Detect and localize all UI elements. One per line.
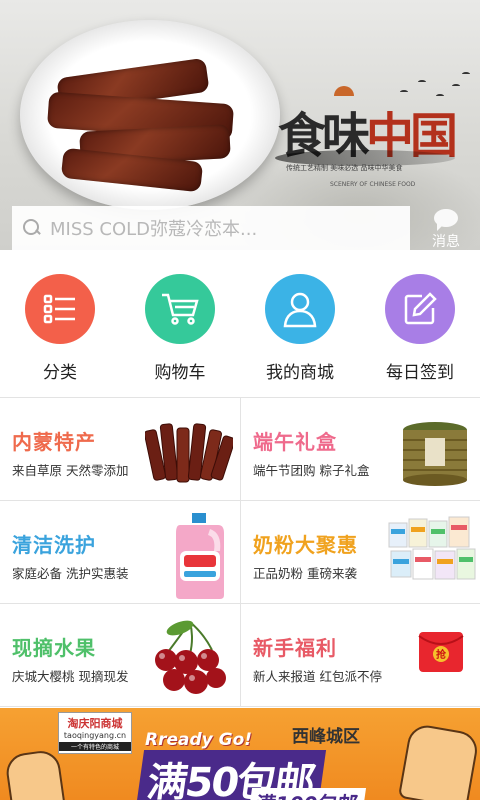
fist-illustration [397, 722, 480, 800]
tile-subtitle: 端午节团购 粽子礼盒 [253, 463, 370, 478]
tile-title: 现摘水果 [12, 636, 96, 660]
category-button[interactable]: 分类 [0, 250, 120, 397]
tile-dragon-boat-gift[interactable]: 端午礼盒 端午节团购 粽子礼盒 [240, 398, 480, 501]
tile-fresh-fruit[interactable]: 现摘水果 庆城大樱桃 现摘现发 [0, 604, 240, 707]
tile-newbie-welfare[interactable]: 新手福利 新人来报道 红包派不停 抢 [240, 604, 480, 707]
red-envelope-icon: 抢 [417, 628, 465, 680]
sun-decoration [334, 86, 354, 96]
tile-title: 端午礼盒 [253, 430, 337, 454]
tile-inner-mongolia[interactable]: 内蒙特产 来自草原 天然零添加 [0, 398, 240, 501]
tile-subtitle: 正品奶粉 重磅来袭 [253, 566, 357, 581]
cherries-image [150, 618, 230, 702]
tile-title: 内蒙特产 [12, 430, 96, 454]
edit-icon [385, 274, 455, 344]
tile-subtitle: 庆城大樱桃 现摘现发 [12, 669, 129, 684]
fist-illustration [4, 748, 66, 800]
banner-calligraphy-title: 食味中国 [278, 108, 458, 164]
gift-box-image [399, 416, 471, 492]
svg-text:抢: 抢 [436, 648, 447, 661]
search-icon [22, 218, 42, 238]
tile-title: 新手福利 [253, 636, 337, 660]
banner-tagline: 传统工艺精制 美味必选 品味中华美食 [286, 164, 403, 172]
daily-checkin-button[interactable]: 每日签到 [360, 250, 480, 397]
search-bar[interactable]: MISS COLD弥蔻冷恋本... [12, 206, 410, 250]
message-label: 消息 [432, 234, 460, 250]
daily-checkin-label: 每日签到 [386, 363, 454, 383]
chat-bubble-icon [434, 209, 458, 231]
tile-milk-powder[interactable]: 奶粉大聚惠 正品奶粉 重磅来袭 [240, 501, 480, 604]
mall-logo: 淘庆阳商城 taoqingyang.cn 一个有特色的商城 [58, 712, 132, 754]
cart-button[interactable]: 购物车 [120, 250, 240, 397]
search-placeholder: MISS COLD弥蔻冷恋本... [50, 219, 258, 240]
promo-secondary: 满100包邮 [247, 788, 366, 800]
promo-district: 西峰城区 [292, 727, 360, 747]
detergent-bottle-image [170, 511, 230, 605]
jerky-image [143, 420, 236, 490]
milk-powder-cans-image [387, 513, 477, 595]
ready-go-text: Rready Go! [145, 730, 253, 750]
user-icon [265, 274, 335, 344]
cart-label: 购物车 [154, 363, 206, 383]
banner-subtag: SCENERY OF CHINESE FOOD [330, 181, 416, 188]
tile-title: 奶粉大聚惠 [253, 533, 358, 557]
tile-subtitle: 新人来报道 红包派不停 [253, 669, 382, 684]
tile-title: 清洁洗护 [12, 533, 96, 557]
quick-actions: 分类 购物车 我的商城 每日签到 [0, 250, 480, 398]
cart-icon [145, 274, 215, 344]
tile-subtitle: 家庭必备 洗护实惠装 [12, 566, 129, 581]
list-icon [25, 274, 95, 344]
message-button[interactable]: 消息 [424, 206, 468, 250]
tile-cleaning-care[interactable]: 清洁洗护 家庭必备 洗护实惠装 [0, 501, 240, 604]
food-plate-image [20, 20, 280, 210]
my-mall-button[interactable]: 我的商城 [240, 250, 360, 397]
category-label: 分类 [43, 363, 77, 383]
tile-subtitle: 来自草原 天然零添加 [12, 463, 129, 478]
my-mall-label: 我的商城 [266, 363, 334, 383]
promo-banner[interactable]: 淘庆阳商城 taoqingyang.cn 一个有特色的商城 Rready Go!… [0, 708, 480, 800]
